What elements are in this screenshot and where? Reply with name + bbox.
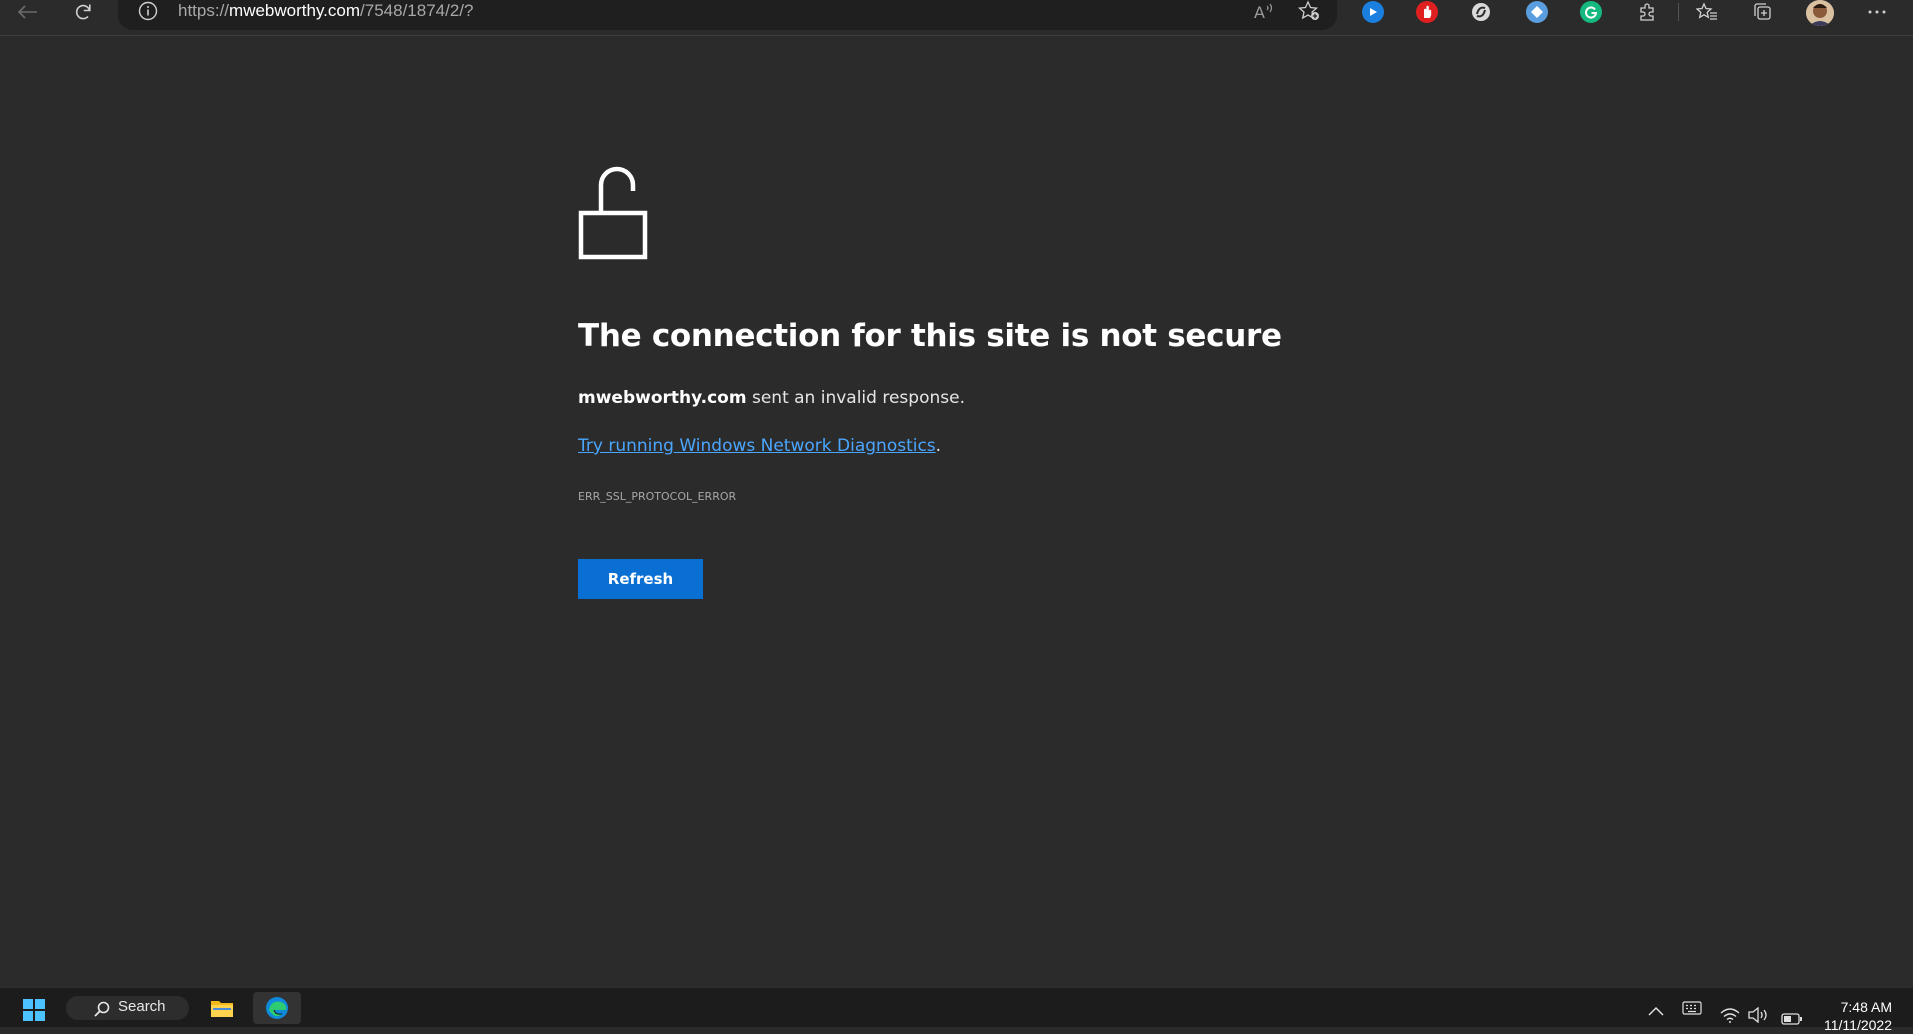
url-text[interactable]: https://mwebworthy.com/7548/1874/2/? xyxy=(178,0,473,22)
clock-time: 7:48 AM xyxy=(1840,999,1892,1015)
taskbar: Search 7:48 AM 11/11/2022 xyxy=(0,987,1913,1033)
extension-icon[interactable] xyxy=(1526,1,1548,23)
file-explorer-icon[interactable] xyxy=(198,992,246,1024)
error-description: mwebworthy.com sent an invalid response. xyxy=(578,388,965,408)
diagnostics-suffix: . xyxy=(935,436,942,456)
grammarly-icon[interactable] xyxy=(1580,1,1602,23)
refresh-icon[interactable] xyxy=(68,0,98,24)
favorites-icon[interactable] xyxy=(1696,1,1718,23)
url-scheme: https:// xyxy=(178,1,230,20)
read-aloud-icon[interactable]: A xyxy=(1252,0,1276,26)
extension-icon[interactable] xyxy=(1362,1,1384,23)
wifi-icon[interactable] xyxy=(1720,1007,1740,1027)
back-arrow-icon[interactable] xyxy=(12,0,42,24)
more-options-icon[interactable] xyxy=(1866,1,1888,23)
site-host: mwebworthy.com xyxy=(578,388,747,408)
unlocked-padlock-icon xyxy=(578,166,648,260)
extension-icon[interactable] xyxy=(1470,1,1492,23)
address-bar[interactable]: https://mwebworthy.com/7548/1874/2/? A xyxy=(118,0,1337,30)
description-text: sent an invalid response. xyxy=(746,388,965,408)
edge-browser-icon[interactable] xyxy=(253,992,301,1024)
chevron-up-icon[interactable] xyxy=(1648,1001,1664,1020)
error-code: ERR_SSL_PROTOCOL_ERROR xyxy=(578,490,737,503)
network-diagnostics-link[interactable]: Try running Windows Network Diagnostics xyxy=(578,436,936,456)
info-icon[interactable] xyxy=(138,1,158,25)
search-label: Search xyxy=(118,998,166,1015)
svg-text:A: A xyxy=(1254,3,1265,22)
keyboard-icon[interactable] xyxy=(1682,1000,1702,1019)
extension-icon[interactable] xyxy=(1416,1,1438,23)
add-favorite-icon[interactable] xyxy=(1297,0,1322,26)
page-title: The connection for this site is not secu… xyxy=(578,318,1282,354)
url-host: mwebworthy.com xyxy=(229,1,361,20)
search-icon xyxy=(94,1001,110,1017)
volume-icon[interactable] xyxy=(1748,1006,1770,1027)
taskbar-search[interactable]: Search xyxy=(66,996,189,1020)
extensions-icon[interactable] xyxy=(1636,1,1658,23)
clock-date: 11/11/2022 xyxy=(1824,1017,1892,1033)
url-path: /7548/1874/2/? xyxy=(360,1,474,20)
system-clock[interactable]: 7:48 AM 11/11/2022 xyxy=(1812,998,1892,1034)
toolbar-divider xyxy=(1678,3,1679,21)
refresh-button[interactable]: Refresh xyxy=(578,559,703,599)
diagnostics-line: Try running Windows Network Diagnostics. xyxy=(578,436,941,456)
collections-icon[interactable] xyxy=(1751,1,1773,23)
windows-start-icon[interactable] xyxy=(23,999,45,1025)
battery-icon[interactable] xyxy=(1781,1010,1803,1029)
browser-toolbar: https://mwebworthy.com/7548/1874/2/? A xyxy=(0,0,1913,36)
profile-avatar[interactable] xyxy=(1806,0,1834,26)
